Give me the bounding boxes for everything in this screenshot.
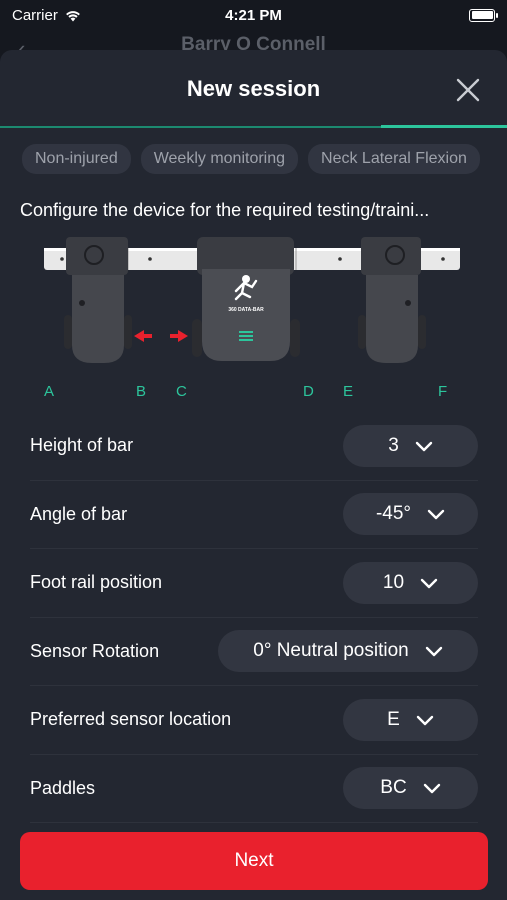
status-bar: Carrier 4:21 PM bbox=[0, 0, 507, 30]
position-label-a: A bbox=[44, 383, 55, 400]
sensor-rotation-dropdown[interactable]: 0° Neutral position bbox=[218, 630, 478, 673]
sheet-title: New session bbox=[186, 76, 321, 101]
position-label-e: E bbox=[343, 383, 354, 400]
position-label-f: F bbox=[438, 383, 448, 400]
setting-label: Paddles bbox=[30, 777, 96, 798]
setting-row-sensor-rotation: Sensor Rotation 0° Neutral position bbox=[30, 618, 478, 686]
instruction-text: Configure the device for the required te… bbox=[20, 200, 430, 220]
position-label-c: C bbox=[176, 383, 187, 400]
position-label-b: B bbox=[136, 383, 147, 400]
dropdown-value: 3 bbox=[388, 434, 399, 456]
chevron-down-icon bbox=[423, 784, 440, 794]
setting-row-foot-rail-position: Foot rail position 10 bbox=[30, 549, 478, 618]
tag-list: Non-injured Weekly monitoring Neck Later… bbox=[0, 128, 507, 174]
angle-of-bar-dropdown[interactable]: -45° bbox=[343, 493, 478, 536]
paddles-dropdown[interactable]: BC bbox=[343, 767, 478, 810]
setting-label: Height of bar bbox=[30, 435, 134, 456]
chevron-down-icon bbox=[425, 647, 442, 657]
new-session-sheet: New session Non-injured Weekly monitorin… bbox=[0, 50, 507, 900]
device-brand-text: 360 DATA-BAR bbox=[228, 307, 264, 313]
setting-row-height-of-bar: Height of bar 3 bbox=[30, 412, 478, 481]
setting-label: Sensor Rotation bbox=[30, 640, 160, 661]
tag-chip: Weekly monitoring bbox=[140, 144, 299, 174]
foot-rail-position-dropdown[interactable]: 10 bbox=[343, 561, 478, 604]
preferred-sensor-location-dropdown[interactable]: E bbox=[343, 698, 478, 741]
chevron-down-icon bbox=[420, 578, 438, 588]
data-bar-device-image: 360 DATA-BAR bbox=[44, 237, 460, 363]
settings-list: Height of bar 3 Angle of bar -45° Foot r… bbox=[30, 412, 478, 823]
chevron-down-icon bbox=[416, 715, 434, 725]
setting-row-angle-of-bar: Angle of bar -45° bbox=[30, 481, 478, 549]
setting-label: Angle of bar bbox=[30, 503, 128, 524]
setting-label: Preferred sensor location bbox=[30, 709, 232, 730]
dropdown-value: 10 bbox=[382, 571, 405, 593]
sheet-header: New session bbox=[0, 50, 507, 128]
chevron-down-icon bbox=[427, 510, 445, 520]
close-icon[interactable] bbox=[453, 75, 483, 105]
tag-chip: Neck Lateral Flexion bbox=[308, 144, 480, 174]
tag-chip: Non-injured bbox=[22, 144, 131, 174]
position-label-d: D bbox=[303, 383, 314, 400]
dropdown-value: -45° bbox=[375, 503, 412, 525]
dropdown-value: 0° Neutral position bbox=[253, 640, 409, 662]
carrier-label: Carrier bbox=[12, 6, 58, 24]
height-of-bar-dropdown[interactable]: 3 bbox=[343, 424, 478, 467]
wifi-icon bbox=[65, 10, 80, 21]
progress-indicator bbox=[381, 125, 507, 128]
setting-row-paddles: Paddles BC bbox=[30, 755, 478, 823]
chevron-down-icon bbox=[415, 441, 432, 451]
battery-icon bbox=[469, 8, 498, 22]
dropdown-value: E bbox=[387, 708, 400, 730]
setting-label: Foot rail position bbox=[30, 572, 163, 593]
device-diagram: 360 DATA-BAR A B C D E F bbox=[0, 229, 507, 419]
next-button[interactable]: Next bbox=[20, 832, 488, 890]
dropdown-value: BC bbox=[380, 777, 407, 799]
setting-row-preferred-sensor-location: Preferred sensor location E bbox=[30, 686, 478, 755]
status-left: Carrier bbox=[12, 7, 82, 24]
